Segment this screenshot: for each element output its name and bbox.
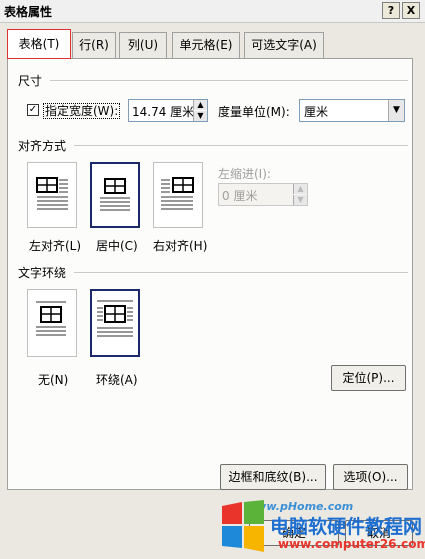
spin-down-icon[interactable]: ▼ [193,111,207,121]
width-spinner[interactable]: 14.74 厘米 ▲ ▼ [128,99,208,122]
size-section-title: 尺寸 [18,74,43,88]
wrap-none-option[interactable] [27,289,77,357]
windows-logo-icon [222,500,264,552]
chevron-down-icon[interactable]: ▼ [388,100,404,121]
tab-panel [7,58,413,490]
specify-width-checkbox[interactable]: ✓ [27,104,39,116]
alignment-section-title: 对齐方式 [18,139,67,153]
indent-label: 左缩进(I): [218,167,271,181]
wrap-none-icon [36,301,66,336]
align-right-option[interactable] [153,162,203,228]
divider [50,80,408,82]
unit-label: 度量单位(M): [218,105,290,119]
title-bar: 表格属性 ? X [0,0,425,23]
wrap-around-option[interactable] [90,289,140,357]
align-right-icon [161,177,194,210]
unit-select[interactable]: 厘米 ▼ [299,99,405,122]
window-title: 表格属性 [4,5,53,19]
spin-up-icon[interactable]: ▲ [193,100,207,110]
close-button[interactable]: X [402,2,420,19]
wrap-around-label: 环绕(A) [96,373,138,387]
watermark-brand: 电脑软硬件教程网 [270,516,423,538]
tab-column[interactable]: 列(U) [119,32,167,58]
tab-cell[interactable]: 单元格(E) [172,32,240,58]
wrap-around-icon [97,300,133,337]
tab-table[interactable]: 表格(T) [7,29,71,59]
spin-down-icon: ▼ [293,195,307,205]
align-left-option[interactable] [27,162,77,228]
tab-alt-text[interactable]: 可选文字(A) [244,32,324,58]
options-button[interactable]: 选项(O)... [333,464,408,490]
help-button[interactable]: ? [382,2,400,19]
align-left-label: 左对齐(L) [29,239,82,253]
unit-value: 厘米 [304,105,329,119]
table-properties-dialog: 表格属性 ? X 表格(T) 行(R) 列(U) 单元格(E) 可选文字(A) … [0,0,425,559]
align-center-icon [100,178,130,211]
divider [74,145,408,147]
spin-up-icon: ▲ [293,184,307,194]
watermark-url: www.computer26.com [278,537,425,551]
position-button[interactable]: 定位(P)... [331,365,406,391]
wrap-none-label: 无(N) [38,373,69,387]
indent-value: 0 厘米 [222,189,258,203]
align-right-label: 右对齐(H) [153,239,208,253]
tab-row[interactable]: 行(R) [72,32,116,58]
indent-spinner: 0 厘米 ▲ ▼ [218,183,308,206]
borders-shading-button[interactable]: 边框和底纹(B)... [220,464,326,490]
align-center-option[interactable] [90,162,140,228]
align-center-label: 居中(C) [96,239,138,253]
divider [74,272,408,274]
specify-width-label: 指定宽度(W): [43,103,121,119]
align-left-icon [36,177,68,210]
width-value: 14.74 厘米 [132,105,195,119]
wrapping-section-title: 文字环绕 [18,266,67,280]
